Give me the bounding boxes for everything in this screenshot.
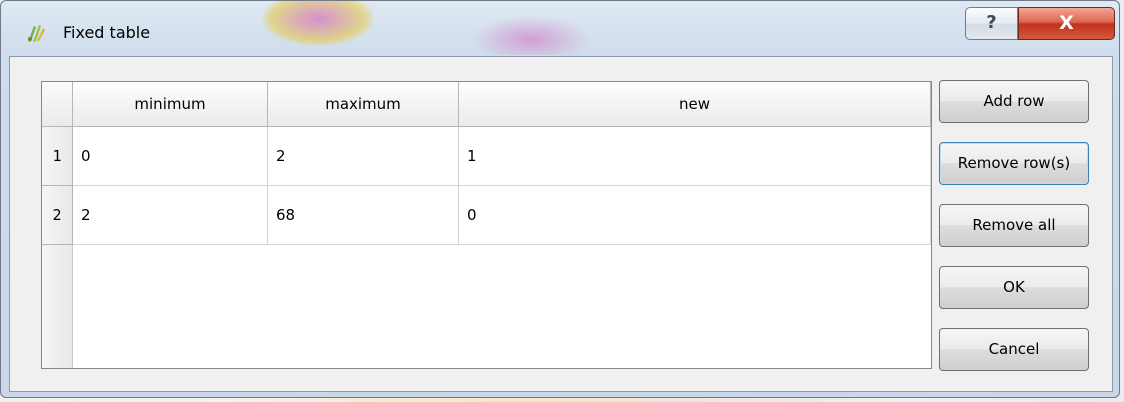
background-decoration (263, 1, 373, 45)
fixed-table: minimum maximum new 1 0 2 1 2 2 68 0 (41, 81, 932, 369)
table-corner-button[interactable] (42, 82, 73, 127)
dialog-window: Fixed table ? X minimum maximum new 1 0 … (0, 0, 1120, 398)
dialog-body: minimum maximum new 1 0 2 1 2 2 68 0 Add… (9, 56, 1113, 392)
column-header-minimum[interactable]: minimum (73, 82, 268, 127)
ok-button[interactable]: OK (939, 266, 1089, 309)
table-cell[interactable]: 0 (459, 186, 931, 245)
cancel-button[interactable]: Cancel (939, 328, 1089, 371)
column-header-maximum[interactable]: maximum (268, 82, 459, 127)
remove-rows-button[interactable]: Remove row(s) (939, 142, 1089, 185)
table-cell[interactable]: 68 (268, 186, 459, 245)
add-row-button[interactable]: Add row (939, 80, 1089, 123)
close-button[interactable]: X (1018, 7, 1115, 40)
help-button[interactable]: ? (965, 7, 1018, 40)
row-header-2[interactable]: 2 (42, 186, 73, 245)
table-cell[interactable]: 0 (73, 127, 268, 186)
row-header-empty-area (42, 245, 73, 368)
window-title: Fixed table (63, 23, 151, 42)
table-cell[interactable]: 1 (459, 127, 931, 186)
title-bar[interactable]: Fixed table ? X (1, 1, 1119, 55)
remove-all-button[interactable]: Remove all (939, 204, 1089, 247)
background-decoration (471, 15, 591, 55)
row-header-1[interactable]: 1 (42, 127, 73, 186)
table-cell[interactable]: 2 (268, 127, 459, 186)
qgis-logo-icon (25, 22, 47, 44)
table-cell[interactable]: 2 (73, 186, 268, 245)
column-header-new[interactable]: new (459, 82, 931, 127)
